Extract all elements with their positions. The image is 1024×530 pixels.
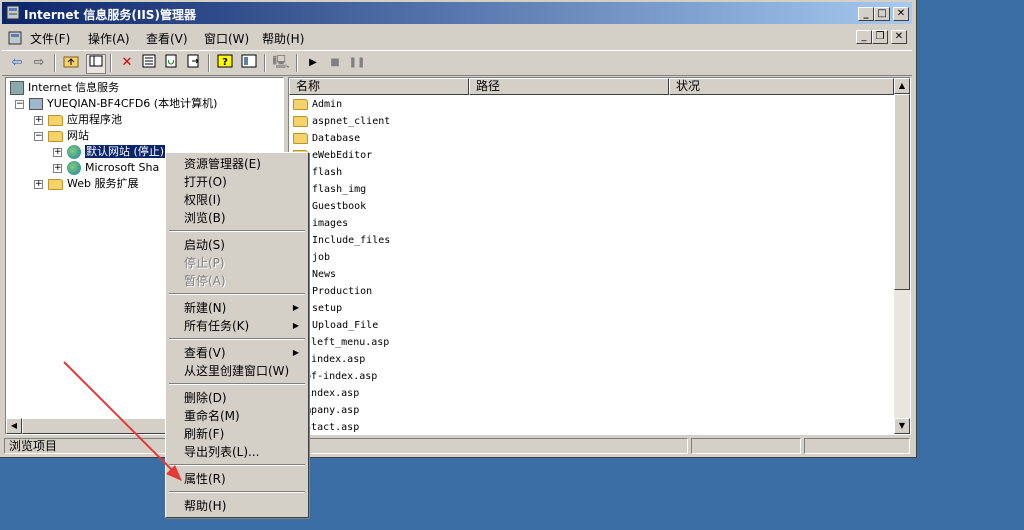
- annotation-arrow-icon: [63, 361, 182, 481]
